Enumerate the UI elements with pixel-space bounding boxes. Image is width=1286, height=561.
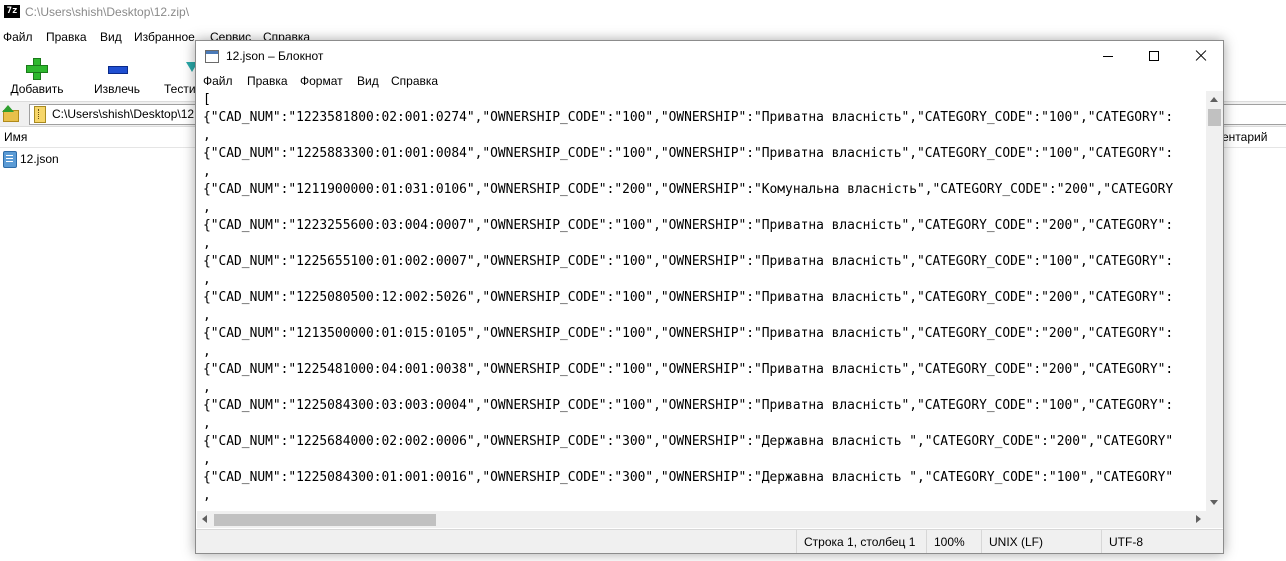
scroll-left-arrow-icon[interactable] [202,515,207,523]
status-line-endings: UNIX (LF) [981,530,1102,553]
notepad-status-bar: Строка 1, столбец 1 100% UNIX (LF) UTF-8 [196,529,1223,553]
add-button-label: Добавить [10,82,64,96]
minimize-button[interactable] [1085,41,1131,71]
status-cursor-position: Строка 1, столбец 1 [796,530,927,553]
notepad-text-area[interactable]: [ {"CAD_NUM":"1223581800:02:001:0274","O… [197,91,1206,511]
vertical-scroll-thumb[interactable] [1208,109,1221,126]
horizontal-scrollbar[interactable] [197,511,1206,528]
scroll-down-arrow-icon[interactable] [1210,500,1218,505]
vertical-scrollbar[interactable] [1206,91,1223,511]
7zip-menu-file[interactable]: Файл [3,30,33,44]
horizontal-scroll-thumb[interactable] [214,514,436,526]
7zip-window-title: C:\Users\shish\Desktop\12.zip\ [25,5,190,19]
extract-button[interactable]: Извлечь [94,52,140,96]
notepad-menu-file[interactable]: Файл [203,74,233,88]
extract-button-label: Извлечь [94,82,141,96]
notepad-text-content: [ {"CAD_NUM":"1223581800:02:001:0274","O… [203,92,1174,503]
json-file-icon [3,151,17,168]
test-button[interactable]: Тести [164,52,198,96]
notepad-menu-format[interactable]: Формат [300,74,343,88]
7zip-menu-favorites[interactable]: Избранное [134,30,195,44]
scrollbar-corner [1206,511,1223,528]
status-zoom: 100% [926,530,982,553]
notepad-window: 12.json – Блокнот Файл Правка Формат Вид… [195,40,1224,554]
notepad-menubar: Файл Правка Формат Вид Справка [196,72,1223,91]
status-encoding-text: UTF-8 [1109,535,1143,549]
7zip-menu-view[interactable]: Вид [100,30,122,44]
notepad-app-icon [205,50,219,63]
status-zoom-text: 100% [934,535,965,549]
7zip-logo-icon: 7z [4,5,20,18]
notepad-menu-help[interactable]: Справка [391,74,438,88]
status-line-endings-text: UNIX (LF) [989,535,1043,549]
file-name: 12.json [20,152,59,166]
close-button[interactable] [1177,41,1223,71]
7zip-menu-edit[interactable]: Правка [46,30,87,44]
7zip-titlebar: 7z C:\Users\shish\Desktop\12.zip\ [0,0,1286,24]
add-button[interactable]: Добавить [0,52,74,96]
notepad-titlebar[interactable]: 12.json – Блокнот [196,41,1223,71]
column-header-comment[interactable]: ентарий [1222,130,1267,144]
add-plus-icon [26,58,48,80]
notepad-window-title: 12.json – Блокнот [226,49,324,63]
notepad-menu-edit[interactable]: Правка [247,74,288,88]
extract-minus-icon [108,66,128,74]
test-button-label: Тести [164,82,196,96]
maximize-button[interactable] [1131,41,1177,71]
zip-archive-icon [34,106,46,123]
up-arrow-shape [2,105,14,112]
notepad-menu-view[interactable]: Вид [357,74,379,88]
column-header-name[interactable]: Имя [4,130,27,144]
status-encoding: UTF-8 [1101,530,1223,553]
scroll-right-arrow-icon[interactable] [1196,515,1201,523]
folder-up-icon[interactable] [2,105,19,122]
scroll-up-arrow-icon[interactable] [1210,97,1218,102]
address-text: C:\Users\shish\Desktop\12 [52,107,195,121]
status-position-text: Строка 1, столбец 1 [804,535,916,549]
